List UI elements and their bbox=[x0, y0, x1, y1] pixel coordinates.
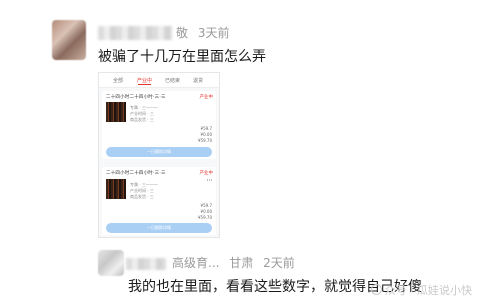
comment-time: 2天前 bbox=[263, 256, 295, 270]
comment-text: 被骗了十几万在里面怎么弄 bbox=[98, 49, 266, 65]
order-line: 商品发货 · 三 bbox=[130, 117, 154, 122]
comment-time: 3天前 bbox=[197, 26, 230, 40]
order-card: 二十四小时二十四小时·三·三 产业中 专属 · 三一一一 产业时间 · 三 商品… bbox=[102, 91, 216, 159]
watermark-text: 众号 · 瓜娃说小快 bbox=[384, 284, 473, 297]
order-status: 产业中 bbox=[199, 171, 214, 176]
comment-meta: 敬 3天前 bbox=[176, 24, 229, 41]
tab-finished: 已结束 bbox=[165, 78, 181, 84]
more-icon bbox=[207, 179, 213, 181]
avatar[interactable] bbox=[98, 250, 124, 276]
avatar-blur-strip bbox=[126, 258, 166, 270]
order-card: 二十四小时二十四小时·三·三 产业中 专属 · 三一一一 产业时间 · 三 商品… bbox=[102, 167, 216, 235]
comment-location: 甘肃 bbox=[229, 256, 254, 270]
order-line: 商品发货 · 三 bbox=[130, 194, 154, 199]
username-blurred bbox=[98, 26, 172, 40]
order-amount: ¥59.70 bbox=[198, 215, 212, 220]
avatar[interactable] bbox=[52, 20, 86, 60]
comment-meta: 高级育... 甘肃 2天前 bbox=[172, 254, 295, 271]
tab-returns: 退货 bbox=[193, 78, 204, 84]
order-name: 二十四小时二十四小时·三·三 bbox=[106, 95, 166, 100]
order-name: 二十四小时二十四小时·三·三 bbox=[106, 171, 166, 176]
track-button[interactable]: 一日跟踪详情 bbox=[106, 147, 212, 157]
order-status: 产业中 bbox=[199, 95, 214, 100]
order-tabs: 全部 产业中 已结束 退货 bbox=[99, 73, 219, 88]
product-thumbnail bbox=[106, 102, 126, 122]
tab-all: 全部 bbox=[113, 78, 124, 84]
tab-in-progress: 产业中 bbox=[137, 78, 153, 85]
wechat-icon bbox=[370, 284, 382, 295]
order-amount: ¥59.70 bbox=[198, 138, 212, 143]
order-amount: ¥0.00 bbox=[200, 209, 212, 214]
order-amount: ¥59.7 bbox=[200, 126, 212, 131]
product-thumbnail bbox=[106, 179, 126, 199]
username-suffix: 敬 bbox=[176, 26, 189, 40]
comment-image[interactable]: 全部 产业中 已结束 退货 二十四小时二十四小时·三·三 产业中 专属 · 三一… bbox=[98, 72, 220, 238]
track-button[interactable]: 一日跟踪详情 bbox=[106, 223, 212, 233]
username[interactable]: 高级育... bbox=[172, 256, 219, 270]
order-amount: ¥59.7 bbox=[200, 203, 212, 208]
order-amount: ¥0.00 bbox=[200, 132, 212, 137]
watermark: 众号 · 瓜娃说小快 bbox=[370, 282, 473, 298]
